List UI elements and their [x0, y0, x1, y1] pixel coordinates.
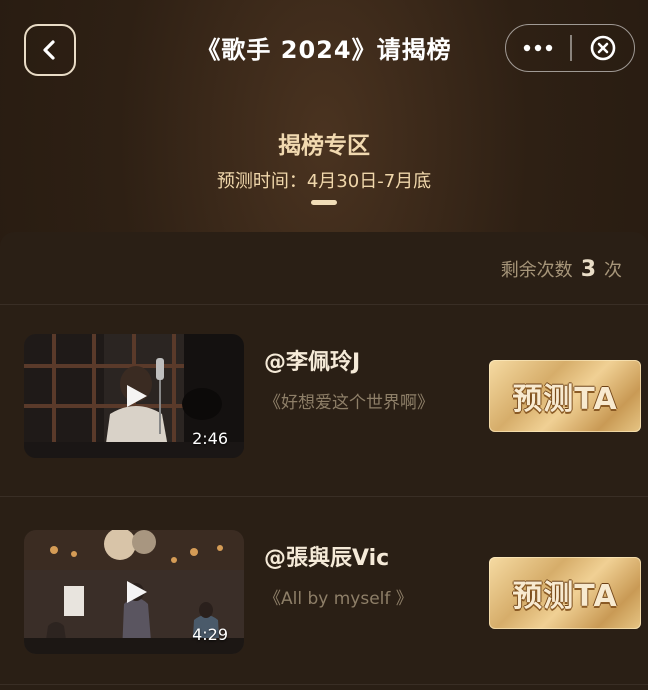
divider [0, 496, 648, 497]
video-thumbnail[interactable]: 4:29 [24, 530, 244, 654]
video-thumbnail[interactable]: 2:46 [24, 334, 244, 458]
remaining-number: 3 [580, 257, 596, 282]
singer-name[interactable]: @李佩玲J [264, 344, 360, 376]
predict-button-label: 预测TA [512, 579, 618, 614]
song-title: 《All by myself 》 [264, 589, 413, 609]
remaining-label: 剩余次数 [500, 260, 573, 281]
mini-program-capsule [505, 24, 635, 72]
remaining-unit: 次 [604, 260, 622, 281]
section-title: 揭榜专区 [278, 133, 370, 159]
song-title: 《好想爱这个世界啊》 [264, 393, 434, 413]
predict-button-label: 预测TA [512, 382, 618, 417]
tab-indicator [311, 200, 337, 205]
remaining-count: 剩余次数 3 次 [501, 256, 622, 282]
close-circle-icon [590, 35, 616, 61]
more-button[interactable] [506, 25, 570, 71]
video-duration: 4:29 [192, 625, 228, 644]
more-dots-icon [523, 44, 553, 52]
prediction-period: 预测时间：4月30日-7月底 [216, 171, 432, 192]
predict-button[interactable]: 预测TA [489, 360, 641, 432]
play-icon [127, 385, 147, 407]
video-duration: 2:46 [192, 429, 228, 448]
divider [0, 304, 648, 305]
singer-name[interactable]: @張與辰Vic [264, 540, 389, 572]
predict-button[interactable]: 预测TA [489, 557, 641, 629]
divider [0, 684, 648, 685]
play-icon [127, 581, 147, 603]
close-button[interactable] [572, 25, 635, 71]
